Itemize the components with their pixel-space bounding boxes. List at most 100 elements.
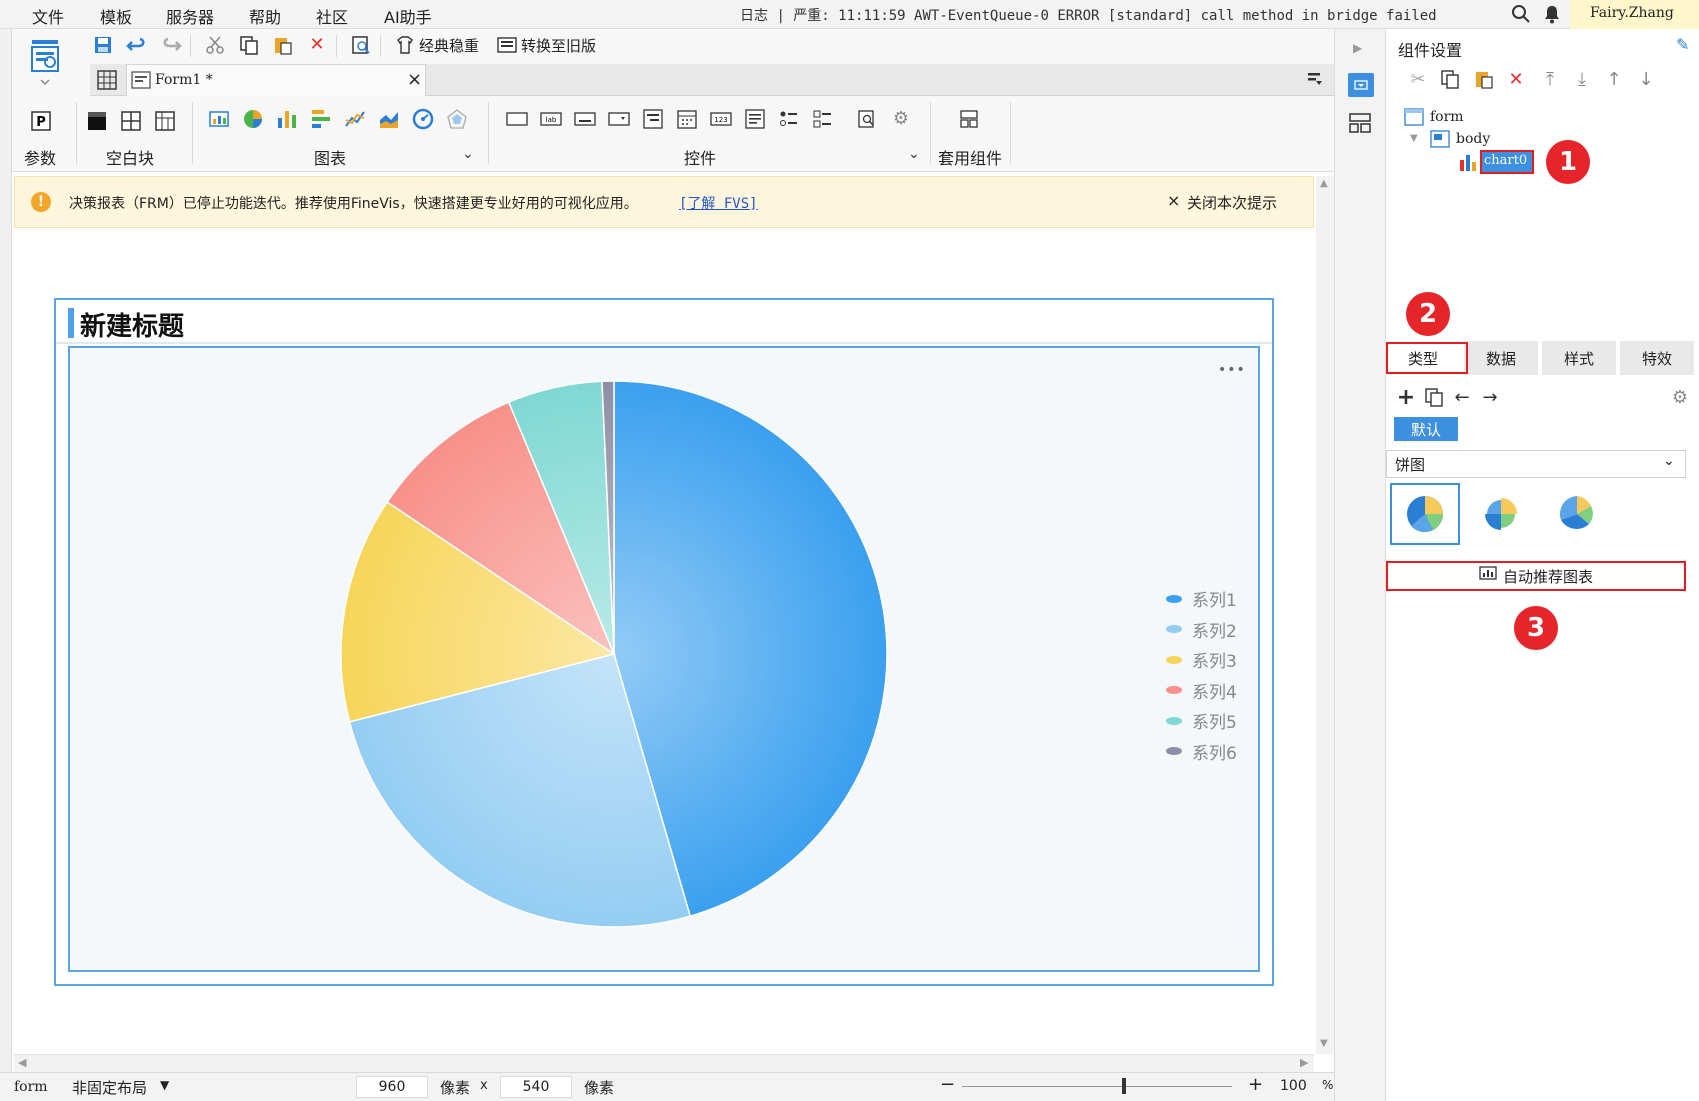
close-warning-icon[interactable]: × — [1167, 191, 1180, 210]
zoom-value[interactable]: 100 — [1280, 1078, 1307, 1094]
legend-item-4[interactable]: 系列4 — [1166, 678, 1237, 703]
chart-combo-icon[interactable] — [208, 108, 230, 130]
suite-component-icon[interactable] — [958, 108, 980, 130]
line-chart-icon[interactable] — [344, 108, 366, 130]
template-manager-icon[interactable] — [28, 36, 64, 86]
chart-plot-area[interactable]: ••• — [68, 346, 1260, 972]
tree-expand-icon[interactable]: ▼ — [1410, 133, 1418, 144]
zoom-out-button[interactable]: − — [940, 1074, 955, 1095]
learn-fvs-link[interactable]: [了解 FVS] — [679, 193, 758, 213]
zoom-in-button[interactable]: + — [1248, 1074, 1263, 1095]
legend-item-3[interactable]: 系列3 — [1166, 647, 1237, 672]
user-name[interactable]: Fairy.Zhang — [1570, 0, 1699, 29]
button-control-icon[interactable] — [574, 108, 596, 130]
area-chart-icon[interactable] — [378, 108, 400, 130]
width-input[interactable]: 960 — [356, 1076, 428, 1098]
edit-icon[interactable]: ✎ — [1676, 35, 1689, 54]
auto-recommend-chart-button[interactable]: 自动推荐图表 — [1386, 561, 1686, 591]
redo-icon[interactable] — [160, 34, 182, 56]
pie-chart-icon[interactable] — [242, 108, 264, 130]
scroll-down-icon[interactable]: ▼ — [1320, 1038, 1328, 1049]
parameter-icon[interactable]: P — [30, 110, 52, 132]
tab-style[interactable]: 样式 — [1542, 341, 1618, 375]
layout-panel-icon[interactable] — [1349, 113, 1371, 137]
log-line[interactable]: 日志 | 严重: 11:11:59 AWT-EventQueue-0 ERROR… — [740, 5, 1437, 25]
theme-button[interactable]: 经典稳重 — [419, 35, 479, 56]
add-chart-icon[interactable]: + — [1394, 385, 1418, 410]
horizontal-scrollbar[interactable]: ◀ ▶ — [14, 1054, 1314, 1072]
tree-control-icon[interactable] — [642, 108, 664, 130]
tab-data[interactable]: 数据 — [1464, 341, 1540, 375]
legend-item-1[interactable]: 系列1 — [1166, 586, 1237, 611]
settings-control-icon[interactable]: ⚙ — [890, 108, 912, 130]
pie-variant-area[interactable] — [1542, 483, 1612, 545]
checkbox-control-icon[interactable] — [812, 108, 834, 130]
blank-block-icon[interactable] — [86, 110, 108, 132]
gauge-chart-icon[interactable] — [412, 108, 434, 130]
menu-ai-assistant[interactable]: AI助手 — [384, 4, 432, 28]
pie-variant-rose[interactable] — [1466, 483, 1536, 545]
chart-group-expand-icon[interactable]: ⌄ — [462, 146, 474, 162]
preview-icon[interactable] — [350, 34, 372, 56]
paste-icon[interactable] — [272, 34, 294, 56]
table-block-icon[interactable] — [154, 110, 176, 132]
tab-effect[interactable]: 特效 — [1620, 341, 1696, 375]
split-block-icon[interactable] — [120, 110, 142, 132]
hbar-chart-icon[interactable] — [310, 108, 332, 130]
menu-help[interactable]: 帮助 — [249, 4, 281, 28]
layout-select[interactable]: 非固定布局 — [72, 1077, 147, 1098]
close-warning-button[interactable]: 关闭本次提示 — [1187, 192, 1277, 213]
scroll-left-icon[interactable]: ◀ — [18, 1056, 26, 1069]
textbox-control-icon[interactable] — [506, 108, 528, 130]
copy-chart-icon[interactable] — [1422, 385, 1446, 409]
scroll-right-icon[interactable]: ▶ — [1300, 1056, 1308, 1069]
height-input[interactable]: 540 — [500, 1076, 572, 1098]
tab-close-button[interactable]: × — [407, 69, 422, 90]
delete-icon[interactable]: ✕ — [306, 34, 328, 56]
radar-chart-icon[interactable] — [446, 108, 468, 130]
menu-file[interactable]: 文件 — [32, 4, 64, 28]
convert-legacy-button[interactable]: 转换至旧版 — [521, 35, 596, 56]
save-icon[interactable] — [92, 34, 114, 56]
tab-menu-icon[interactable] — [1306, 70, 1324, 92]
panel-copy-icon[interactable] — [1438, 67, 1462, 91]
date-control-icon[interactable] — [676, 108, 698, 130]
bar-chart-icon[interactable] — [276, 108, 298, 130]
move-left-icon[interactable]: ← — [1450, 385, 1474, 409]
search-icon[interactable] — [1511, 4, 1531, 29]
copy-icon[interactable] — [238, 34, 260, 56]
radio-control-icon[interactable] — [778, 108, 800, 130]
panel-paste-icon[interactable] — [1472, 67, 1496, 91]
expand-arrow-icon[interactable]: ▶ — [1353, 41, 1362, 55]
chart-type-select[interactable]: 饼图 ⌄ — [1386, 450, 1686, 478]
number-control-icon[interactable]: 123 — [710, 108, 732, 130]
search-control-icon[interactable] — [856, 108, 878, 130]
dropdown-control-icon[interactable] — [608, 108, 630, 130]
menu-template[interactable]: 模板 — [100, 4, 132, 28]
zoom-slider-thumb[interactable] — [1122, 1078, 1126, 1094]
pie-variant-default[interactable] — [1390, 483, 1460, 545]
zoom-slider-track[interactable] — [962, 1086, 1232, 1087]
tab-form1[interactable]: Form1 * × — [126, 64, 426, 96]
legend-item-2[interactable]: 系列2 — [1166, 617, 1237, 642]
convert-icon[interactable] — [496, 34, 518, 56]
move-right-icon[interactable]: → — [1478, 385, 1502, 409]
tree-form[interactable]: form — [1430, 109, 1464, 125]
scroll-up-icon[interactable]: ▲ — [1320, 178, 1328, 189]
chart-type-dropdown-icon[interactable]: ⌄ — [1663, 453, 1675, 469]
menu-community[interactable]: 社区 — [316, 4, 348, 28]
panel-delete-icon[interactable]: ✕ — [1504, 67, 1528, 91]
menu-server[interactable]: 服务器 — [166, 4, 214, 28]
move-bottom-icon[interactable]: ⤓ — [1570, 67, 1594, 91]
component-settings-toggle[interactable] — [1348, 73, 1374, 97]
vertical-scrollbar[interactable]: ▲ ▼ — [1316, 176, 1334, 1054]
move-up-icon[interactable]: ↑ — [1602, 67, 1626, 91]
chart-more-icon[interactable]: ••• — [1218, 362, 1246, 378]
grid-icon[interactable] — [96, 69, 118, 95]
default-chart-tag[interactable]: 默认 — [1394, 417, 1458, 441]
undo-icon[interactable] — [126, 34, 148, 56]
legend-item-6[interactable]: 系列6 — [1166, 739, 1237, 764]
chart-settings-gear-icon[interactable]: ⚙ — [1668, 385, 1692, 409]
left-collapse-strip[interactable] — [0, 29, 12, 1101]
label-control-icon[interactable]: lab — [540, 108, 562, 130]
